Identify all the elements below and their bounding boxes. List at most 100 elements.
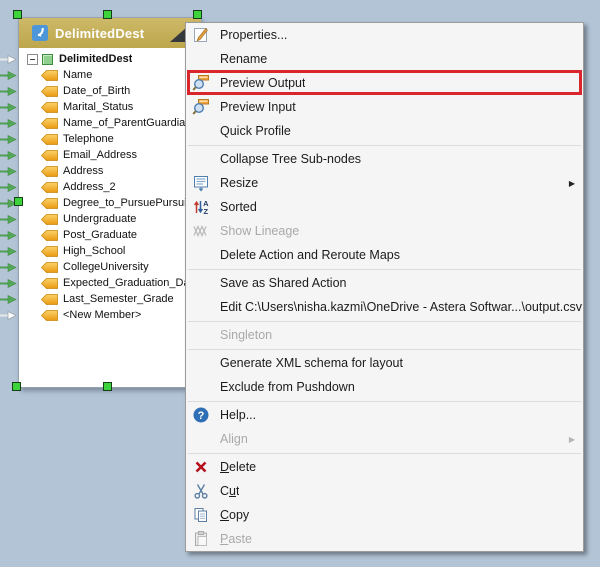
field-label: Address [63, 165, 103, 177]
input-port-green-icon[interactable] [0, 87, 18, 96]
tree-field-row[interactable]: High_School [0, 243, 200, 259]
menu-item-collapse-tree-sub-nodes[interactable]: Collapse Tree Sub-nodes [186, 147, 583, 171]
tree-root-row[interactable]: DelimitedDest [0, 51, 200, 67]
selection-handle[interactable] [103, 382, 112, 391]
field-icon [41, 230, 58, 241]
tree-field-row[interactable]: Degree_to_PursuePursuing [0, 195, 200, 211]
field-label: Degree_to_PursuePursuing [63, 197, 199, 209]
input-port-green-icon[interactable] [0, 167, 18, 176]
lineage-icon [189, 222, 213, 240]
menu-item-rename[interactable]: Rename [186, 47, 583, 71]
blank-icon [189, 274, 213, 292]
input-port-white-icon[interactable] [0, 311, 18, 320]
input-port-green-icon[interactable] [0, 215, 18, 224]
input-port-green-icon[interactable] [0, 135, 18, 144]
menu-item-sorted[interactable]: AZ Sorted [186, 195, 583, 219]
tree-field-row[interactable]: Email_Address [0, 147, 200, 163]
input-port-white-icon[interactable] [0, 55, 18, 64]
menu-item-edit-output-file[interactable]: Edit C:\Users\nisha.kazmi\OneDrive - Ast… [186, 295, 583, 319]
blank-icon [189, 430, 213, 448]
field-label: Email_Address [63, 149, 137, 161]
tree-field-row[interactable]: Date_of_Birth [0, 83, 200, 99]
input-port-green-icon[interactable] [0, 279, 18, 288]
blank-icon [189, 122, 213, 140]
preview-input-icon [189, 98, 213, 116]
input-port-green-icon[interactable] [0, 231, 18, 240]
tree-field-row-new-member[interactable]: <New Member> [0, 307, 200, 323]
menu-item-resize[interactable]: Resize ▶ [186, 171, 583, 195]
input-port-green-icon[interactable] [0, 247, 18, 256]
tree-field-row[interactable]: Address_2 [0, 179, 200, 195]
node-header[interactable]: DelimitedDest [19, 18, 201, 48]
menu-item-preview-output[interactable]: Preview Output [186, 71, 583, 95]
field-icon [41, 70, 58, 81]
field-label: Address_2 [63, 181, 116, 193]
selection-handle[interactable] [14, 197, 23, 206]
menu-separator [188, 269, 581, 270]
menu-item-align[interactable]: Align ▶ [186, 427, 583, 451]
tree-field-row[interactable]: Name [0, 67, 200, 83]
menu-item-properties[interactable]: Properties... [186, 23, 583, 47]
tree-field-row[interactable]: Address [0, 163, 200, 179]
field-icon [41, 150, 58, 161]
tree-field-row[interactable]: Marital_Status [0, 99, 200, 115]
input-port-green-icon[interactable] [0, 263, 18, 272]
field-icon [41, 310, 58, 321]
designer-canvas[interactable]: DelimitedDest DelimitedDest Name Date_of… [0, 0, 600, 567]
svg-text:?: ? [198, 410, 205, 422]
input-port-green-icon[interactable] [0, 103, 18, 112]
tree-field-row[interactable]: Undergraduate [0, 211, 200, 227]
properties-icon [189, 26, 213, 44]
menu-separator [188, 145, 581, 146]
tree-field-row[interactable]: Telephone [0, 131, 200, 147]
blank-icon [189, 150, 213, 168]
field-icon [41, 214, 58, 225]
menu-item-quick-profile[interactable]: Quick Profile [186, 119, 583, 143]
field-icon [41, 134, 58, 145]
menu-item-copy[interactable]: Copy [186, 503, 583, 527]
menu-item-exclude-from-pushdown[interactable]: Exclude from Pushdown [186, 375, 583, 399]
context-menu: Properties... Rename Preview Output Prev… [185, 22, 584, 552]
tree-expander-icon[interactable] [27, 54, 38, 65]
menu-item-preview-input[interactable]: Preview Input [186, 95, 583, 119]
field-label: Name [63, 69, 92, 81]
menu-item-save-as-shared-action[interactable]: Save as Shared Action [186, 271, 583, 295]
tree-field-row[interactable]: Expected_Graduation_Date [0, 275, 200, 291]
field-label: Name_of_ParentGuardian [63, 117, 191, 129]
svg-text:Z: Z [204, 207, 209, 216]
blank-icon [189, 298, 213, 316]
menu-item-help[interactable]: ? Help... [186, 403, 583, 427]
menu-item-cut[interactable]: Cut [186, 479, 583, 503]
menu-item-delete[interactable]: Delete [186, 455, 583, 479]
tree-root-label: DelimitedDest [59, 53, 132, 65]
input-port-green-icon[interactable] [0, 71, 18, 80]
selection-handle[interactable] [12, 382, 21, 391]
blank-icon [189, 354, 213, 372]
blank-icon [189, 246, 213, 264]
input-port-green-icon[interactable] [0, 119, 18, 128]
tree-field-row[interactable]: Name_of_ParentGuardian [0, 115, 200, 131]
delimited-dest-icon [32, 25, 48, 41]
input-port-green-icon[interactable] [0, 295, 18, 304]
field-tree: DelimitedDest Name Date_of_Birth Marital… [0, 51, 200, 323]
tree-field-row[interactable]: CollegeUniversity [0, 259, 200, 275]
input-port-green-icon[interactable] [0, 183, 18, 192]
field-icon [41, 198, 58, 209]
submenu-arrow-icon: ▶ [569, 435, 575, 444]
menu-item-singleton[interactable]: Singleton [186, 323, 583, 347]
menu-item-paste[interactable]: Paste [186, 527, 583, 551]
field-label: Expected_Graduation_Date [63, 277, 199, 289]
selection-handle[interactable] [103, 10, 112, 19]
selection-handle[interactable] [193, 10, 202, 19]
menu-item-delete-action-reroute-maps[interactable]: Delete Action and Reroute Maps [186, 243, 583, 267]
menu-item-show-lineage[interactable]: Show Lineage [186, 219, 583, 243]
input-port-green-icon[interactable] [0, 151, 18, 160]
selection-handle[interactable] [13, 10, 22, 19]
delete-icon [189, 458, 213, 476]
tree-field-row[interactable]: Post_Graduate [0, 227, 200, 243]
tree-field-row[interactable]: Last_Semester_Grade [0, 291, 200, 307]
field-icon [41, 118, 58, 129]
blank-icon [189, 378, 213, 396]
field-label: <New Member> [63, 309, 141, 321]
menu-item-generate-xml-schema[interactable]: Generate XML schema for layout [186, 351, 583, 375]
